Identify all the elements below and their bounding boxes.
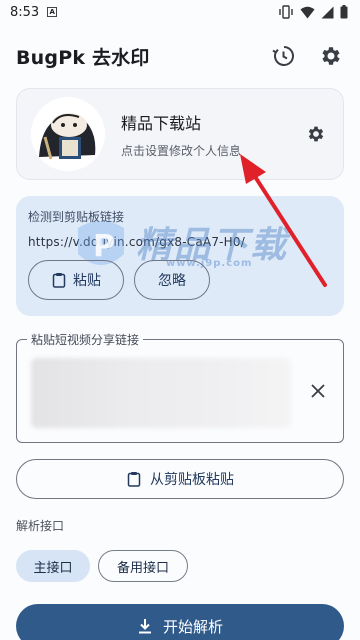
profile-settings-button[interactable] bbox=[303, 121, 329, 147]
notification-a-icon: A bbox=[47, 7, 58, 17]
gear-icon bbox=[322, 47, 340, 65]
share-link-input[interactable]: 粘贴短视频分享链接 bbox=[16, 331, 344, 443]
profile-hint: 点击设置修改个人信息 bbox=[121, 143, 242, 158]
endpoint-chip-group: 主接口 备用接口 bbox=[16, 550, 188, 582]
close-icon bbox=[311, 384, 325, 398]
detected-url: https://v.douyin.com/gx8-CaA7-H0/ bbox=[28, 235, 245, 249]
endpoint-chip-primary[interactable]: 主接口 bbox=[16, 550, 90, 582]
wifi-icon bbox=[300, 6, 315, 18]
download-icon bbox=[138, 619, 151, 634]
share-link-label: 粘贴短视频分享链接 bbox=[27, 331, 144, 348]
endpoint-chip-backup[interactable]: 备用接口 bbox=[98, 550, 188, 582]
status-bar: 8:53 A bbox=[0, 0, 360, 24]
detect-label: 检测到剪贴板链接 bbox=[28, 210, 125, 224]
ignore-button[interactable]: 忽略 bbox=[134, 260, 210, 300]
start-parse-label: 开始解析 bbox=[162, 617, 223, 636]
profile-name: 精品下载站 bbox=[121, 113, 202, 133]
endpoint-section-label: 解析接口 bbox=[16, 519, 65, 533]
status-time: 8:53 bbox=[10, 4, 40, 20]
signal-icon bbox=[321, 6, 334, 18]
app-title: BugPk 去水印 bbox=[16, 46, 150, 69]
avatar bbox=[31, 97, 105, 171]
paste-button[interactable]: 粘贴 bbox=[28, 260, 124, 300]
vibrate-icon bbox=[279, 5, 293, 19]
clear-input-button[interactable] bbox=[305, 378, 331, 404]
ignore-button-label: 忽略 bbox=[158, 273, 186, 289]
paste-button-label: 粘贴 bbox=[73, 273, 101, 289]
gear-icon bbox=[308, 126, 324, 142]
paste-from-clipboard-button[interactable]: 从剪贴板粘贴 bbox=[16, 459, 344, 499]
app-bar: BugPk 去水印 bbox=[0, 36, 360, 76]
blurred-input-content bbox=[31, 358, 291, 428]
paste-from-clipboard-label: 从剪贴板粘贴 bbox=[150, 472, 234, 488]
status-icons bbox=[278, 5, 348, 19]
battery-icon bbox=[340, 5, 348, 19]
clipboard-detect-card: 检测到剪贴板链接 https://v.douyin.com/gx8-CaA7-H… bbox=[16, 196, 344, 316]
clipboard-icon bbox=[127, 472, 141, 487]
clipboard-icon bbox=[52, 273, 66, 288]
start-parse-button[interactable]: 开始解析 bbox=[16, 604, 344, 640]
history-icon bbox=[272, 46, 294, 66]
settings-button[interactable] bbox=[318, 43, 344, 69]
profile-card[interactable]: 精品下载站 点击设置修改个人信息 bbox=[16, 88, 344, 180]
history-button[interactable] bbox=[270, 43, 296, 69]
